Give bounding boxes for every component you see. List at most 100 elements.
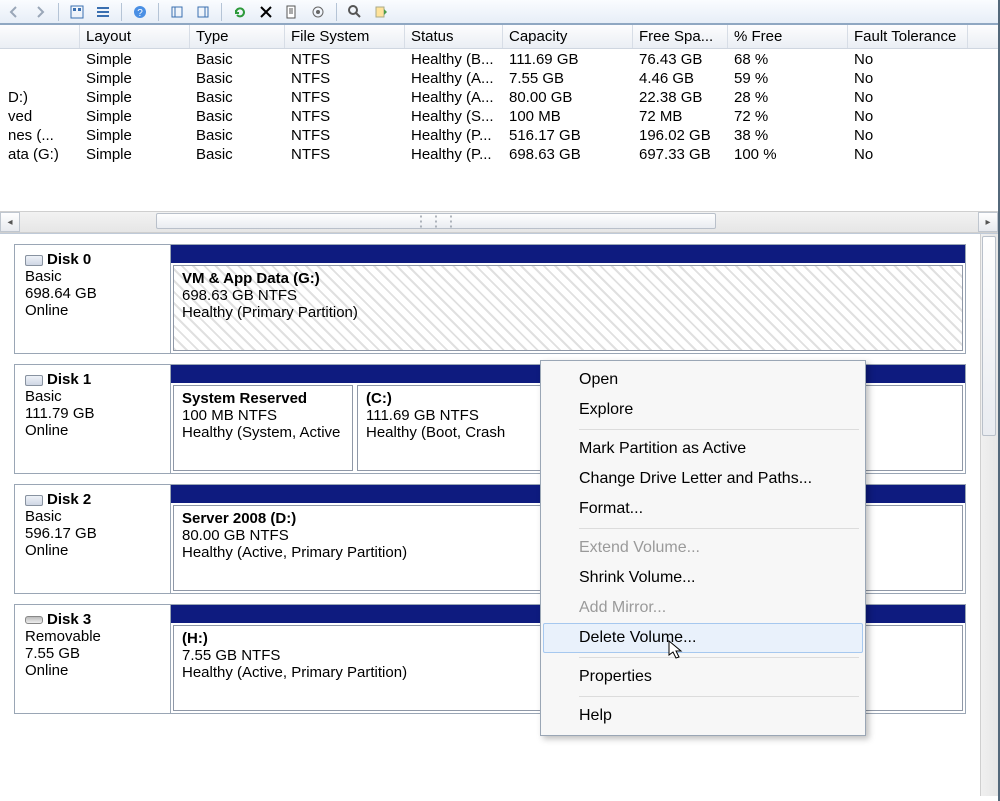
menu-item[interactable]: Help [543, 701, 863, 731]
cell: 4.46 GB [633, 68, 728, 87]
scroll-thumb[interactable]: ⋮⋮⋮ [156, 213, 716, 229]
cell: 196.02 GB [633, 125, 728, 144]
menu-item[interactable]: Shrink Volume... [543, 563, 863, 593]
partition-sub: 100 MB NTFS [182, 407, 344, 424]
cell: nes (... [0, 125, 80, 144]
toolbar-separator [158, 3, 159, 21]
disk-legend[interactable]: Disk 0Basic698.64 GBOnline [15, 245, 171, 353]
find-button[interactable] [345, 2, 365, 22]
cell: Basic [190, 106, 285, 125]
refresh-button[interactable] [230, 2, 250, 22]
cell: ata (G:) [0, 144, 80, 163]
partition[interactable]: System Reserved100 MB NTFSHealthy (Syste… [173, 385, 353, 471]
disk-legend[interactable]: Disk 1Basic111.79 GBOnline [15, 365, 171, 473]
cell: 68 % [728, 49, 848, 68]
vertical-scrollbar[interactable] [980, 234, 998, 796]
volume-list-body[interactable]: SimpleBasicNTFSHealthy (B...111.69 GB76.… [0, 49, 998, 211]
cell: Healthy (S... [405, 106, 503, 125]
hdd-icon [25, 255, 43, 266]
table-row[interactable]: ata (G:)SimpleBasicNTFSHealthy (P...698.… [0, 144, 998, 163]
table-row[interactable]: SimpleBasicNTFSHealthy (A...7.55 GB4.46 … [0, 68, 998, 87]
partition-name: VM & App Data (G:) [182, 270, 954, 287]
disk-info: Online [25, 662, 162, 679]
horizontal-scrollbar[interactable]: ◂ ⋮⋮⋮ ▸ [0, 211, 998, 233]
cell: No [848, 68, 968, 87]
menu-item[interactable]: Explore [543, 395, 863, 425]
properties-button[interactable] [282, 2, 302, 22]
cell: No [848, 49, 968, 68]
action-button-1[interactable] [167, 2, 187, 22]
cell: No [848, 144, 968, 163]
col-type[interactable]: Type [190, 25, 285, 48]
menu-item[interactable]: Format... [543, 494, 863, 524]
col-pct[interactable]: % Free [728, 25, 848, 48]
export-button[interactable] [371, 2, 391, 22]
col-status[interactable]: Status [405, 25, 503, 48]
nav-back-button[interactable] [4, 2, 24, 22]
disk-legend[interactable]: Disk 3Removable7.55 GBOnline [15, 605, 171, 713]
nav-forward-button[interactable] [30, 2, 50, 22]
cell: 80.00 GB [503, 87, 633, 106]
cell: 698.63 GB [503, 144, 633, 163]
disk-info: Online [25, 422, 162, 439]
cell: 100 % [728, 144, 848, 163]
cell: Basic [190, 49, 285, 68]
partition-health: Healthy (Primary Partition) [182, 304, 954, 321]
menu-item[interactable]: Change Drive Letter and Paths... [543, 464, 863, 494]
disk-info: Basic [25, 268, 162, 285]
cell: 22.38 GB [633, 87, 728, 106]
view-list-button[interactable] [93, 2, 113, 22]
col-volume[interactable] [0, 25, 80, 48]
disk-info: 111.79 GB [25, 405, 162, 422]
disk-info: Online [25, 542, 162, 559]
help-button[interactable]: ? [130, 2, 150, 22]
scroll-left-arrow[interactable]: ◂ [0, 212, 20, 232]
partition-sub: 698.63 GB NTFS [182, 287, 954, 304]
toolbar-separator [336, 3, 337, 21]
col-fault[interactable]: Fault Tolerance [848, 25, 968, 48]
disk-info: 7.55 GB [25, 645, 162, 662]
menu-item[interactable]: Properties [543, 662, 863, 692]
delete-icon[interactable] [256, 2, 276, 22]
col-fs[interactable]: File System [285, 25, 405, 48]
view-icons-button[interactable] [67, 2, 87, 22]
disk-name: Disk 0 [47, 251, 91, 268]
table-row[interactable]: nes (...SimpleBasicNTFSHealthy (P...516.… [0, 125, 998, 144]
cell: Healthy (P... [405, 125, 503, 144]
disk-legend[interactable]: Disk 2Basic596.17 GBOnline [15, 485, 171, 593]
cell: NTFS [285, 68, 405, 87]
cell: NTFS [285, 87, 405, 106]
col-layout[interactable]: Layout [80, 25, 190, 48]
action-button-2[interactable] [193, 2, 213, 22]
menu-item[interactable]: Mark Partition as Active [543, 434, 863, 464]
menu-item[interactable]: Open [543, 365, 863, 395]
cell: No [848, 87, 968, 106]
cell: D:) [0, 87, 80, 106]
menu-separator [579, 528, 859, 529]
toolbar-separator [221, 3, 222, 21]
cell: Basic [190, 144, 285, 163]
cell: Simple [80, 49, 190, 68]
table-row[interactable]: vedSimpleBasicNTFSHealthy (S...100 MB72 … [0, 106, 998, 125]
scroll-right-arrow[interactable]: ▸ [978, 212, 998, 232]
cell: 38 % [728, 125, 848, 144]
scroll-thumb[interactable] [982, 236, 996, 436]
col-capacity[interactable]: Capacity [503, 25, 633, 48]
menu-item[interactable]: Delete Volume... [543, 623, 863, 653]
disk-info: Removable [25, 628, 162, 645]
cell: Simple [80, 68, 190, 87]
col-free[interactable]: Free Spa... [633, 25, 728, 48]
menu-item: Extend Volume... [543, 533, 863, 563]
disk-info: Online [25, 302, 162, 319]
partition[interactable]: VM & App Data (G:)698.63 GB NTFSHealthy … [173, 265, 963, 351]
partition-health: Healthy (System, Active [182, 424, 344, 441]
scroll-track[interactable]: ⋮⋮⋮ [20, 212, 978, 232]
disk-info: Basic [25, 388, 162, 405]
cell: NTFS [285, 106, 405, 125]
table-row[interactable]: SimpleBasicNTFSHealthy (B...111.69 GB76.… [0, 49, 998, 68]
table-row[interactable]: D:)SimpleBasicNTFSHealthy (A...80.00 GB2… [0, 87, 998, 106]
hdd-icon [25, 495, 43, 506]
cell: ved [0, 106, 80, 125]
partition-stripe [171, 245, 965, 263]
settings-icon[interactable] [308, 2, 328, 22]
